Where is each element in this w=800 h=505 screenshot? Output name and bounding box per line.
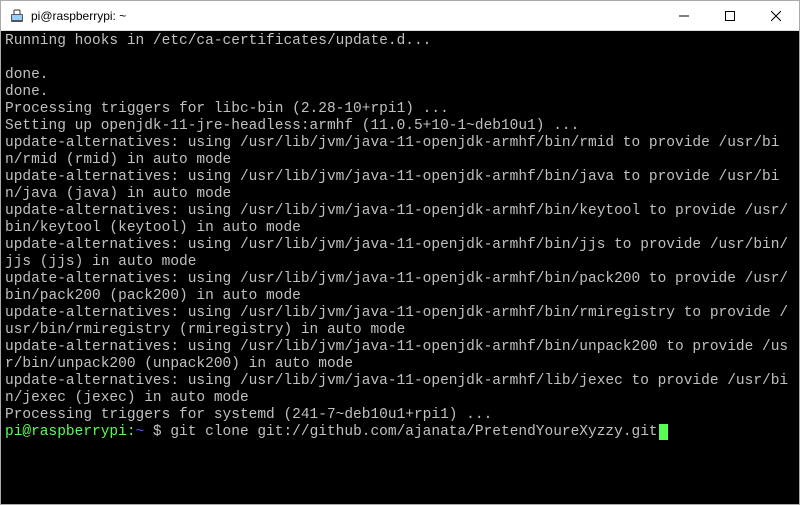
prompt-host: raspberrypi (31, 424, 127, 440)
shell-prompt: pi@raspberrypi:~ $ (5, 424, 170, 440)
cursor-icon (659, 424, 668, 440)
prompt-colon: : (127, 424, 136, 440)
minimize-button[interactable] (661, 1, 707, 30)
window-title: pi@raspberrypi: ~ (31, 9, 661, 23)
maximize-button[interactable] (707, 1, 753, 30)
terminal-window: pi@raspberrypi: ~ Running hooks in /etc/… (0, 0, 800, 505)
prompt-path: ~ (136, 424, 145, 440)
command-input[interactable]: git clone git://github.com/ajanata/Prete… (170, 424, 657, 440)
terminal-lines: Running hooks in /etc/ca-certificates/up… (5, 33, 788, 423)
prompt-sigil: $ (144, 424, 170, 440)
prompt-user: pi (5, 424, 22, 440)
app-icon (9, 8, 25, 24)
titlebar[interactable]: pi@raspberrypi: ~ (1, 1, 799, 31)
window-controls (661, 1, 799, 30)
prompt-at: @ (22, 424, 31, 440)
terminal-output[interactable]: Running hooks in /etc/ca-certificates/up… (1, 31, 799, 504)
close-button[interactable] (753, 1, 799, 30)
